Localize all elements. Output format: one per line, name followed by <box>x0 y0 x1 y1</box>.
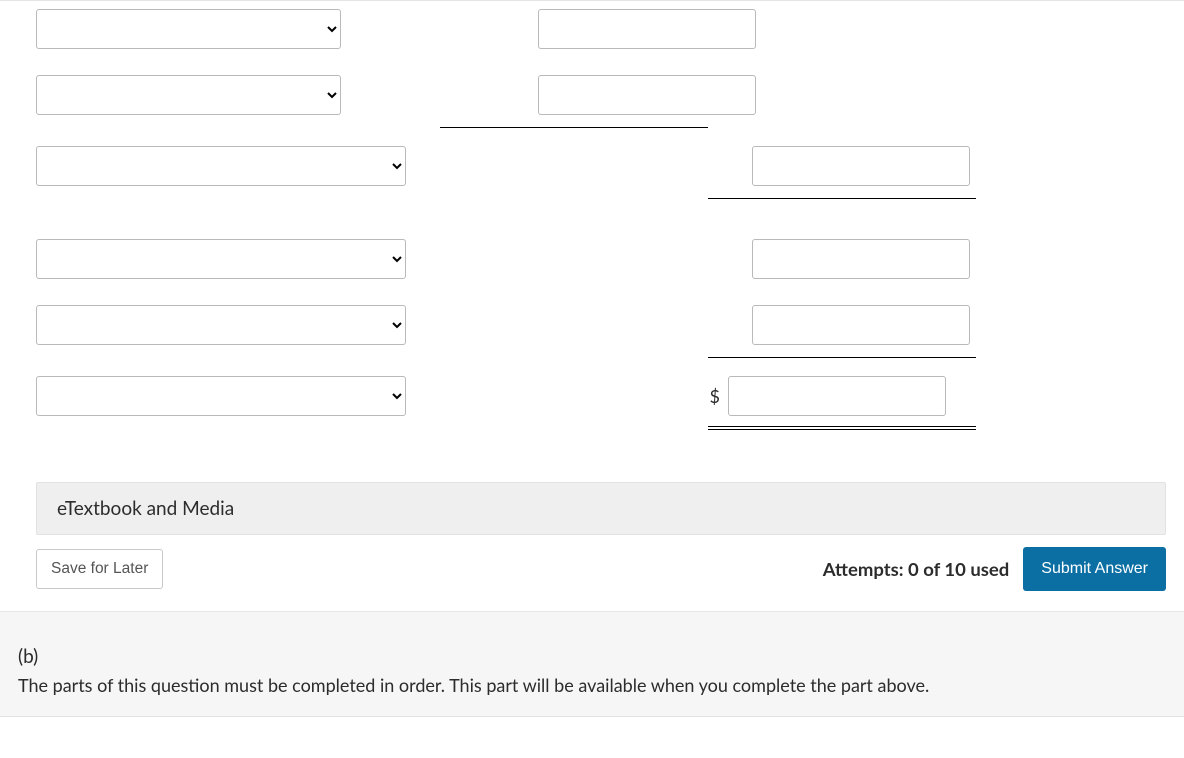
etextbook-label: eTextbook and Media <box>57 497 234 520</box>
subtotal-rule <box>440 127 1166 128</box>
cell <box>538 9 818 49</box>
amount-input[interactable] <box>538 9 756 49</box>
amount-input[interactable] <box>538 75 756 115</box>
amount-input[interactable] <box>752 305 970 345</box>
cell <box>36 146 406 186</box>
account-select-wide[interactable] <box>36 239 406 279</box>
question-part-a: $ eTextbook and Media Save for Later Att… <box>0 0 1184 611</box>
amount-input[interactable] <box>752 146 970 186</box>
account-select-wide[interactable] <box>36 376 406 416</box>
total-amount-input[interactable] <box>728 376 946 416</box>
cell <box>36 305 406 345</box>
account-select[interactable] <box>36 9 341 49</box>
subtotal-rule <box>708 198 1166 199</box>
part-b-locked-message: The parts of this question must be compl… <box>18 674 1166 696</box>
cell: $ <box>678 376 946 416</box>
amount-input[interactable] <box>752 239 970 279</box>
cell <box>702 146 970 186</box>
entry-row <box>36 305 1166 345</box>
cell <box>36 239 406 279</box>
cell <box>538 75 818 115</box>
etextbook-media-toggle[interactable]: eTextbook and Media <box>36 482 1166 535</box>
action-row: Save for Later Attempts: 0 of 10 used Su… <box>36 547 1166 591</box>
account-select-wide[interactable] <box>36 146 406 186</box>
currency-symbol: $ <box>710 385 728 407</box>
entry-row <box>36 146 1166 186</box>
entry-row <box>36 75 1166 115</box>
attempts-text: Attempts: 0 of 10 used <box>823 558 1010 580</box>
account-select-wide[interactable] <box>36 305 406 345</box>
cell <box>36 9 426 49</box>
entry-row: $ <box>36 376 1166 416</box>
cell <box>702 305 970 345</box>
total-double-rule <box>708 426 1166 427</box>
entry-row <box>36 239 1166 279</box>
right-actions: Attempts: 0 of 10 used Submit Answer <box>823 547 1166 591</box>
submit-answer-button[interactable]: Submit Answer <box>1023 547 1166 591</box>
question-part-b: (b) The parts of this question must be c… <box>0 639 1184 717</box>
subtotal-rule <box>708 357 1166 358</box>
save-for-later-button[interactable]: Save for Later <box>36 549 163 589</box>
part-b-label: (b) <box>18 645 1166 668</box>
account-select[interactable] <box>36 75 341 115</box>
cell <box>702 239 970 279</box>
cell <box>36 75 426 115</box>
section-gap <box>0 611 1184 639</box>
cell <box>36 376 406 416</box>
entry-row <box>36 9 1166 49</box>
